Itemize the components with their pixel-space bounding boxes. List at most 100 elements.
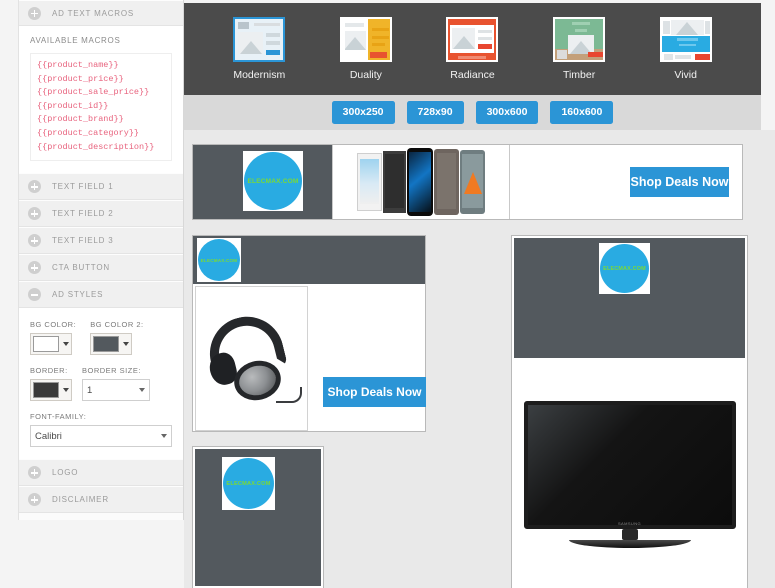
size-button-300x250[interactable]: 300x250: [331, 101, 395, 124]
size-button-728x90[interactable]: 728x90: [406, 101, 464, 124]
theme-option-duality[interactable]: Duality: [339, 17, 392, 81]
theme-thumbnail: [233, 17, 286, 62]
tv-stand-base: [568, 540, 691, 548]
font-family-control: FONT-FAMILY: Calibri: [30, 412, 172, 448]
border-controls-row: BORDER: BORDER SIZE: 1: [30, 366, 172, 402]
ad-product-image-pane: SAMSUNG: [514, 401, 745, 588]
size-button-300x600[interactable]: 300x600: [475, 101, 539, 124]
chevron-down-icon: [123, 342, 130, 347]
brand-logo: ELECMAX.COM: [600, 244, 649, 293]
cta-button[interactable]: Shop Deals Now: [323, 377, 426, 407]
plus-circle-icon: [28, 466, 41, 480]
theme-option-timber[interactable]: Timber: [553, 17, 606, 81]
ad-preview-300x250[interactable]: ELECMAX.COM Shop Deals Now: [192, 235, 426, 432]
theme-thumbnail: [446, 17, 499, 62]
bg-color-2-swatch: [93, 336, 120, 353]
bg-color-picker[interactable]: [30, 333, 72, 356]
theme-label: Duality: [349, 69, 382, 81]
macro-item[interactable]: {{product_category}}: [37, 127, 165, 141]
ad-builder-page: AD TEXT MACROS AVAILABLE MACROS {{produc…: [0, 0, 775, 588]
border-size-select[interactable]: 1: [82, 379, 150, 402]
tv-screen: SAMSUNG: [523, 401, 736, 529]
sidebar-section-label: TEXT FIELD 3: [52, 236, 114, 246]
theme-thumbnail: [339, 17, 392, 62]
theme-thumbnail: [553, 17, 606, 62]
theme-label: Radiance: [450, 69, 495, 81]
sidebar-section-text-field-2[interactable]: TEXT FIELD 2: [19, 200, 183, 228]
sidebar-section-label: TEXT FIELD 2: [52, 209, 114, 219]
chevron-down-icon: [161, 434, 167, 439]
sidebar-section-ad-styles[interactable]: AD STYLES: [19, 281, 183, 309]
sidebar-section-ad-text-macros[interactable]: AD TEXT MACROS: [19, 0, 183, 26]
theme-option-radiance[interactable]: Radiance: [446, 17, 499, 81]
macro-item[interactable]: {{product_price}}: [37, 73, 165, 87]
sidebar-section-label: LOGO: [52, 468, 79, 478]
phone-image: [383, 151, 406, 213]
macro-item[interactable]: {{product_description}}: [37, 141, 165, 155]
tv-stand-neck: [621, 529, 638, 540]
brand-logo: ELECMAX.COM: [198, 239, 240, 281]
theme-option-vivid[interactable]: Vivid: [659, 17, 712, 81]
theme-selector: Modernism Duality Radiance Timber Vivid: [184, 3, 761, 95]
plus-circle-icon: [28, 234, 41, 248]
tv-brand-label: SAMSUNG: [617, 521, 642, 526]
border-label: BORDER:: [30, 366, 68, 376]
macro-item[interactable]: {{product_id}}: [37, 100, 165, 114]
logo-tile: ELECMAX.COM: [599, 243, 650, 294]
macro-item[interactable]: {{product_sale_price}}: [37, 86, 165, 100]
chevron-down-icon: [63, 342, 69, 347]
ad-size-toolbar: 300x250 728x90 300x600 160x600: [184, 95, 761, 130]
sidebar-section-text-field-3[interactable]: TEXT FIELD 3: [19, 227, 183, 255]
sidebar-section-disclaimer[interactable]: DISCLAIMER: [19, 486, 183, 514]
bg-color-2-label: BG COLOR 2:: [90, 320, 144, 330]
ad-preview-728x90[interactable]: ELECMAX.COM Shop Deals Now: [192, 144, 743, 220]
cta-button[interactable]: Shop Deals Now: [630, 167, 729, 197]
logo-tile: ELECMAX.COM: [243, 151, 303, 211]
plus-circle-icon: [28, 261, 41, 275]
border-color-swatch: [33, 382, 59, 399]
theme-label: Timber: [562, 69, 596, 81]
ad-product-images: [332, 145, 510, 219]
color-controls-row: BG COLOR: BG COLOR 2:: [30, 320, 172, 356]
logo-text: ELECMAX.COM: [603, 265, 646, 272]
macro-item[interactable]: {{product_brand}}: [37, 113, 165, 127]
chevron-down-icon: [139, 388, 145, 393]
ad-preview-160x600[interactable]: ELECMAX.COM: [192, 446, 324, 588]
theme-option-modernism[interactable]: Modernism: [233, 17, 286, 81]
bg-color-2-picker[interactable]: [90, 333, 133, 356]
ad-logo-panel: ELECMAX.COM: [193, 145, 332, 219]
logo-tile: ELECMAX.COM: [197, 238, 241, 282]
macro-item[interactable]: {{product_name}}: [37, 59, 165, 73]
brand-logo: ELECMAX.COM: [244, 152, 302, 210]
ad-preview-canvas: ELECMAX.COM Shop Deals Now ELECMAX.COM S…: [184, 130, 775, 588]
logo-text: ELECMAX.COM: [226, 480, 271, 487]
ad-styles-panel: BG COLOR: BG COLOR 2: BORDER: BORDER SIZ…: [19, 308, 183, 460]
brand-logo: ELECMAX.COM: [223, 458, 274, 509]
phone-image: [407, 148, 433, 216]
ad-builder-sidebar: AD TEXT MACROS AVAILABLE MACROS {{produc…: [18, 0, 184, 520]
sidebar-section-cta-button[interactable]: CTA BUTTON: [19, 254, 183, 282]
phone-image: [357, 153, 382, 211]
size-button-160x600[interactable]: 160x600: [550, 101, 614, 124]
theme-label: Vivid: [674, 69, 697, 81]
plus-circle-icon: [28, 180, 41, 194]
ad-preview-300x600[interactable]: ELECMAX.COM SAMSUNG: [511, 235, 748, 588]
sidebar-section-label: CTA BUTTON: [52, 263, 110, 273]
font-family-label: FONT-FAMILY:: [30, 412, 87, 422]
border-color-picker[interactable]: [30, 379, 72, 402]
ad-logo-panel: ELECMAX.COM: [193, 236, 425, 284]
phone-image: [460, 150, 485, 214]
plus-circle-icon: [28, 207, 41, 221]
sidebar-section-logo[interactable]: LOGO: [19, 459, 183, 487]
bg-color-label: BG COLOR:: [30, 320, 77, 330]
plus-circle-icon: [28, 6, 41, 20]
theme-thumbnail: [659, 17, 712, 62]
sidebar-section-text-field-1[interactable]: TEXT FIELD 1: [19, 173, 183, 201]
font-family-select[interactable]: Calibri: [30, 425, 172, 448]
ad-logo-panel: ELECMAX.COM: [514, 238, 745, 358]
logo-text: ELECMAX.COM: [247, 177, 299, 185]
phone-image: [434, 149, 459, 215]
font-family-value: Calibri: [35, 430, 62, 442]
border-size-control: BORDER SIZE: 1: [82, 366, 150, 402]
sidebar-section-label: TEXT FIELD 1: [52, 182, 114, 192]
